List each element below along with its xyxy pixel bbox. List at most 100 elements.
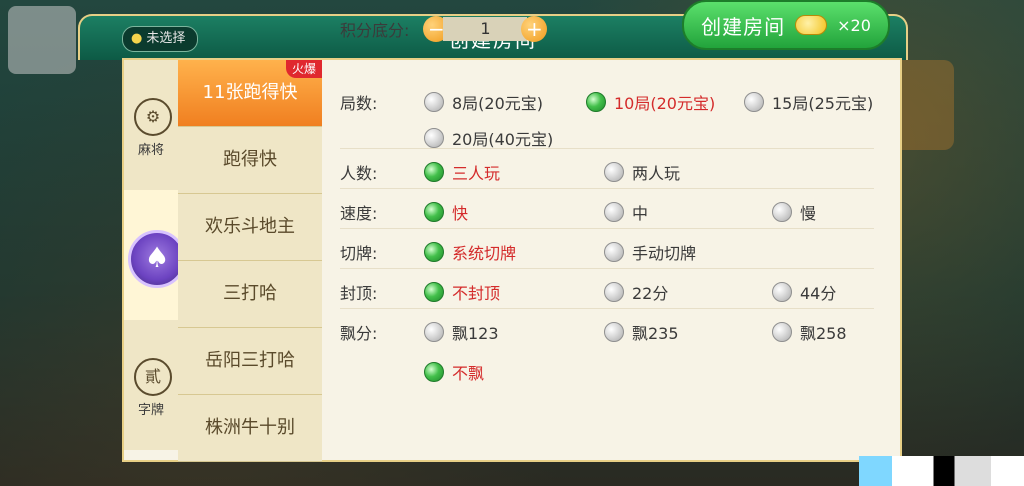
option-row-cap: 封顶: 不封顶 22分 44分 [340,268,874,309]
radio-float-none[interactable]: 不飘 [424,360,484,384]
radio-speed-slow[interactable]: 慢 [772,200,816,224]
radio-label: 中 [632,204,649,223]
radio-icon [604,162,624,182]
radio-label: 慢 [800,204,817,223]
game-label: 岳阳三打哈 [205,350,295,371]
radio-label: 系统切牌 [452,244,517,263]
radio-label: 两人玩 [632,164,681,183]
radio-icon [424,322,444,342]
radio-icon [424,162,444,182]
radio-float-235[interactable]: 飘235 [604,320,679,344]
radio-cut-manual[interactable]: 手动切牌 [604,240,696,264]
radio-label: 44分 [800,284,837,303]
radio-players-2[interactable]: 两人玩 [604,160,680,184]
radio-icon [424,92,444,112]
radio-icon [424,362,444,382]
radio-label: 8局(20元宝) [452,94,544,113]
game-label: 三打哈 [223,283,277,304]
category-label: 字牌 [137,403,164,418]
option-row-rounds: 局数: 8局(20元宝) 10局(20元宝) 15局(25元宝) 20局(40元… [340,78,874,149]
game-item[interactable]: 三打哈 [178,261,322,328]
game-label: 株洲牛十别 [205,417,295,438]
gold-ingot-icon [795,15,828,35]
radio-rounds-15[interactable]: 15局(25元宝) [744,90,873,114]
row-label: 局数: [340,94,378,113]
row-label: 人数: [340,164,378,183]
radio-label: 不飘 [452,364,485,383]
radio-icon [744,92,764,112]
radio-icon [424,202,444,222]
game-item[interactable]: 株洲牛十别 [178,395,322,462]
radio-speed-fast[interactable]: 快 [424,200,468,224]
base-score: 积分底分: − 1 + [340,16,548,42]
background-avatar [8,6,76,74]
radio-icon [772,202,792,222]
radio-cap-22[interactable]: 22分 [604,280,668,304]
game-item[interactable]: 欢乐斗地主 [178,194,322,261]
game-label: 11张跑得快 [202,82,298,103]
row-label: 切牌: [340,244,378,263]
radio-icon [586,92,606,112]
game-list: 11张跑得快 火爆 跑得快 欢乐斗地主 三打哈 岳阳三打哈 株洲牛十别 [178,60,322,462]
category-mahjong[interactable]: ⚙ 麻将 [124,60,179,190]
radio-icon [604,242,624,262]
mahjong-tile-icon: ⚙ [134,98,172,136]
radio-icon [424,282,444,302]
radio-label: 20局(40元宝) [452,130,554,149]
radio-label: 快 [452,204,469,223]
zipai-icon: 貳 [134,358,172,396]
radio-icon [604,282,624,302]
game-item[interactable]: 岳阳三打哈 [178,328,322,395]
radio-icon [424,242,444,262]
option-row-cut: 切牌: 系统切牌 手动切牌 [340,228,874,269]
plus-button[interactable]: + [521,16,548,42]
option-row-float: 飘分: 飘123 飘235 飘258 不飘 [340,308,874,392]
radio-icon [424,128,444,148]
radio-icon [772,322,792,342]
radio-label: 15局(25元宝) [772,94,874,113]
radio-label: 飘258 [800,324,847,343]
radio-icon [604,322,624,342]
radio-float-258[interactable]: 飘258 [772,320,847,344]
create-room-button[interactable]: 创建房间 ×20 [682,0,890,50]
game-label: 跑得快 [223,149,277,170]
category-poker[interactable]: ♠ [124,190,186,320]
create-room-label: 创建房间 [701,14,786,39]
radio-cut-system[interactable]: 系统切牌 [424,240,516,264]
option-row-players: 人数: 三人玩 两人玩 [340,148,874,189]
hot-badge: 火爆 [285,60,322,78]
base-score-label: 积分底分: [340,21,410,40]
dialog-body: ⚙ 麻将 ♠ 貳 字牌 11张跑得快 火爆 跑得快 欢乐斗地主 三打哈 岳阳三打… [122,0,902,462]
radio-label: 手动切牌 [632,244,697,263]
radio-players-3[interactable]: 三人玩 [424,160,500,184]
create-room-dialog: ● 未选择 创建房间 ✕ ⚙ 麻将 ♠ 貳 字牌 11张跑得快 火爆 跑得快 [78,0,908,474]
radio-icon [604,202,624,222]
radio-rounds-10[interactable]: 10局(20元宝) [586,90,715,114]
radio-float-123[interactable]: 飘123 [424,320,499,344]
create-room-cost: ×20 [837,15,871,35]
radio-label: 三人玩 [452,164,501,183]
radio-label: 飘235 [632,324,679,343]
row-label: 速度: [340,204,378,223]
radio-rounds-20[interactable]: 20局(40元宝) [424,126,553,150]
radio-cap-none[interactable]: 不封顶 [424,280,500,304]
base-score-value: 1 [443,17,528,41]
radio-rounds-8[interactable]: 8局(20元宝) [424,90,543,114]
radio-cap-44[interactable]: 44分 [772,280,836,304]
category-label: 麻将 [137,143,164,158]
radio-label: 10局(20元宝) [614,94,716,113]
corner-artifact [859,456,1024,486]
row-label: 飘分: [340,324,378,343]
radio-speed-medium[interactable]: 中 [604,200,648,224]
radio-label: 飘123 [452,324,499,343]
option-row-speed: 速度: 快 中 慢 [340,188,874,229]
category-zipai[interactable]: 貳 字牌 [124,320,179,450]
game-item[interactable]: 11张跑得快 火爆 [178,60,322,127]
base-score-stepper: − 1 + [423,16,548,42]
radio-label: 22分 [632,284,669,303]
row-label: 封顶: [340,284,378,303]
radio-icon [772,282,792,302]
radio-label: 不封顶 [452,284,501,303]
game-item[interactable]: 跑得快 [178,127,322,194]
game-label: 欢乐斗地主 [205,216,295,237]
